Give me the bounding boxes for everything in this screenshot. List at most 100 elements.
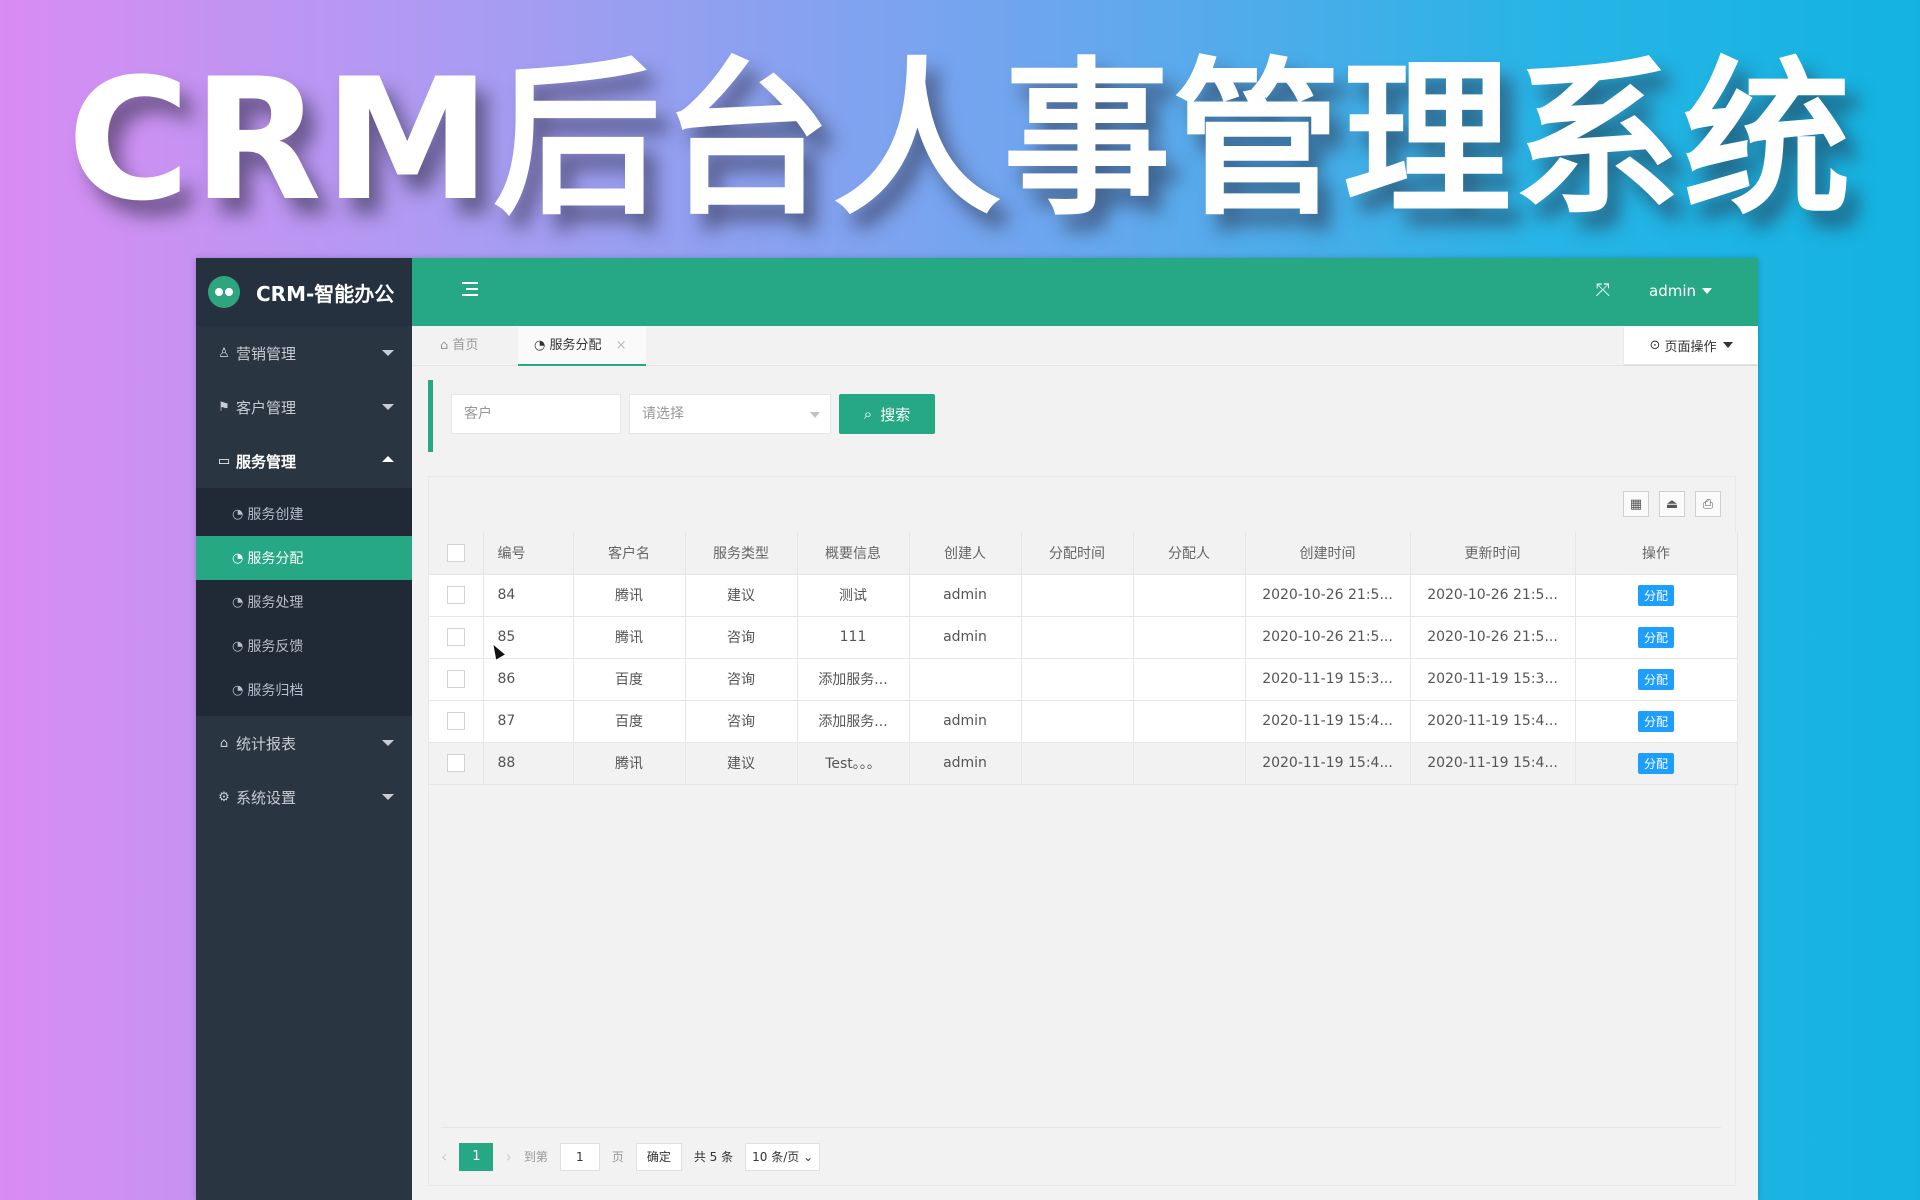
row-checkbox-cell <box>429 658 484 701</box>
column-header: 概要信息 <box>797 532 910 575</box>
row-checkbox[interactable] <box>446 628 465 646</box>
submenu-item-feedback[interactable]: ◔ 服务反馈 <box>196 624 412 668</box>
cell-summary: 111 <box>797 616 910 659</box>
cell-type: 咨询 <box>685 700 798 743</box>
dashboard-icon: ◔ <box>232 594 244 610</box>
table-row[interactable]: 86 百度 咨询 添加服务... 2020-11-19 15:3... 2020… <box>429 658 1738 701</box>
row-checkbox[interactable] <box>446 586 465 604</box>
search-icon: ⌕ <box>863 405 873 423</box>
current-page-button[interactable]: 1 <box>459 1142 494 1171</box>
submenu-item-label: 服务处理 <box>247 595 304 611</box>
tab-current-label: 服务分配 <box>549 338 602 353</box>
sidebar-item-marketing[interactable]: ♙ 营销管理 <box>196 326 412 380</box>
dashboard-icon: ◔ <box>232 550 244 566</box>
table-row[interactable]: 88 腾讯 建议 Test。。。 admin 2020-11-19 15:4..… <box>429 742 1738 785</box>
cell-id: 84 <box>483 574 574 617</box>
submenu-item-create[interactable]: ◔ 服务创建 <box>196 492 412 536</box>
select-all-cell <box>429 532 484 575</box>
cell-summary: 添加服务... <box>797 658 910 701</box>
export-icon[interactable]: ⏏ <box>1659 491 1685 517</box>
assign-button[interactable]: 分配 <box>1637 710 1674 732</box>
prev-page-icon[interactable]: ‹ <box>441 1147 447 1166</box>
cell-summary: 测试 <box>797 574 910 617</box>
search-button[interactable]: ⌕ 搜索 <box>839 394 935 434</box>
person-icon: ♙ <box>218 345 230 361</box>
customer-input[interactable]: 客户 <box>451 394 621 434</box>
search-button-label: 搜索 <box>880 405 911 424</box>
submenu-item-assign[interactable]: ◔ 服务分配 <box>196 536 412 580</box>
column-header: 创建人 <box>909 532 1022 575</box>
service-type-select[interactable]: 请选择 <box>629 394 831 434</box>
row-checkbox[interactable] <box>446 754 465 772</box>
cell-customer: 百度 <box>573 658 686 701</box>
chevron-down-icon <box>382 740 394 746</box>
tab-service-assign[interactable]: ◔ 服务分配 × <box>518 326 646 366</box>
column-header: 分配时间 <box>1021 532 1134 575</box>
flag-icon: ⚑ <box>218 399 230 415</box>
assign-button[interactable]: 分配 <box>1637 752 1674 774</box>
fullscreen-icon[interactable]: ⤧ <box>1596 280 1610 301</box>
data-table-card: ▦ ⏏ ⎙ 编号 客户名 服务类型 概要信息 创建人 分配时间 分配人 创建时间 <box>428 476 1738 1186</box>
cell-customer: 腾讯 <box>573 742 686 785</box>
cell-type: 建议 <box>685 742 798 785</box>
cell-action: 分配 <box>1575 742 1738 785</box>
row-checkbox[interactable] <box>446 670 465 688</box>
page-unit-label: 页 <box>611 1150 624 1164</box>
table-row[interactable]: 84 腾讯 建议 测试 admin 2020-10-26 21:5... 202… <box>429 574 1738 617</box>
goto-page-input[interactable]: 1 <box>559 1142 600 1171</box>
columns-filter-icon[interactable]: ▦ <box>1623 491 1649 517</box>
cell-type: 咨询 <box>685 616 798 659</box>
menu-toggle-icon[interactable] <box>458 282 478 300</box>
print-icon[interactable]: ⎙ <box>1695 491 1721 517</box>
home-icon: ⌂ <box>219 735 229 751</box>
cell-creator <box>909 658 1022 701</box>
cell-created: 2020-11-19 15:4... <box>1245 742 1411 785</box>
home-icon: ⌂ <box>440 338 449 353</box>
sidebar-item-service[interactable]: ▭ 服务管理 <box>196 434 412 488</box>
chevron-up-icon <box>382 456 394 462</box>
cell-customer: 腾讯 <box>573 616 686 659</box>
table-row[interactable]: 87 百度 咨询 添加服务... admin 2020-11-19 15:4..… <box>429 700 1738 743</box>
next-page-icon[interactable]: › <box>505 1147 511 1166</box>
select-all-checkbox[interactable] <box>446 543 465 562</box>
assign-button[interactable]: 分配 <box>1637 668 1674 690</box>
row-checkbox-cell <box>429 742 484 785</box>
user-menu[interactable]: admin <box>1649 282 1712 300</box>
page-size-select[interactable]: 10 条/页 ⌄ <box>745 1142 821 1171</box>
page-size-value: 10 条/页 <box>752 1149 800 1164</box>
cell-type: 建议 <box>685 574 798 617</box>
assign-button[interactable]: 分配 <box>1637 626 1674 648</box>
submenu-item-process[interactable]: ◔ 服务处理 <box>196 580 412 624</box>
logo: CRM-智能办公 <box>196 258 412 326</box>
cell-assignee <box>1133 700 1246 743</box>
column-header: 客户名 <box>573 532 686 575</box>
row-checkbox[interactable] <box>446 712 465 730</box>
data-table: 编号 客户名 服务类型 概要信息 创建人 分配时间 分配人 创建时间 更新时间 … <box>429 532 1738 785</box>
chevron-down-icon <box>1722 342 1733 348</box>
cell-summary: 添加服务... <box>797 700 910 743</box>
column-header: 编号 <box>483 532 574 575</box>
sidebar-item-label: 服务管理 <box>236 452 297 471</box>
chevron-down-icon <box>1702 288 1712 294</box>
top-header: ⤧ admin <box>412 258 1758 326</box>
cell-creator: admin <box>909 700 1022 743</box>
tab-home-label: 首页 <box>452 338 479 353</box>
sidebar-item-reports[interactable]: ⌂ 统计报表 <box>196 716 412 770</box>
tabs-bar: ⌂ 首页 ◔ 服务分配 × ⊙ 页面操作 <box>412 326 1758 366</box>
tab-home[interactable]: ⌂ 首页 <box>440 326 478 366</box>
submenu-item-label: 服务归档 <box>247 683 304 699</box>
monitor-icon: ▭ <box>217 453 231 469</box>
sidebar-item-customers[interactable]: ⚑ 客户管理 <box>196 380 412 434</box>
goto-confirm-button[interactable]: 确定 <box>635 1142 682 1171</box>
submenu-item-archive[interactable]: ◔ 服务归档 <box>196 668 412 712</box>
cell-customer: 百度 <box>573 700 686 743</box>
close-icon[interactable]: × <box>616 338 627 353</box>
cell-summary: Test。。。 <box>797 742 910 785</box>
pagination: ‹ 1 › 到第 1 页 确定 共 5 条 10 条/页 ⌄ <box>441 1127 1721 1185</box>
page-operations-label: 页面操作 <box>1664 339 1717 355</box>
assign-button[interactable]: 分配 <box>1637 584 1674 606</box>
sidebar-item-label: 营销管理 <box>236 344 297 363</box>
page-operations-button[interactable]: ⊙ 页面操作 <box>1624 326 1758 364</box>
sidebar-item-settings[interactable]: ⚙ 系统设置 <box>196 770 412 824</box>
table-row[interactable]: 85 腾讯 咨询 111 admin 2020-10-26 21:5... 20… <box>429 616 1738 659</box>
